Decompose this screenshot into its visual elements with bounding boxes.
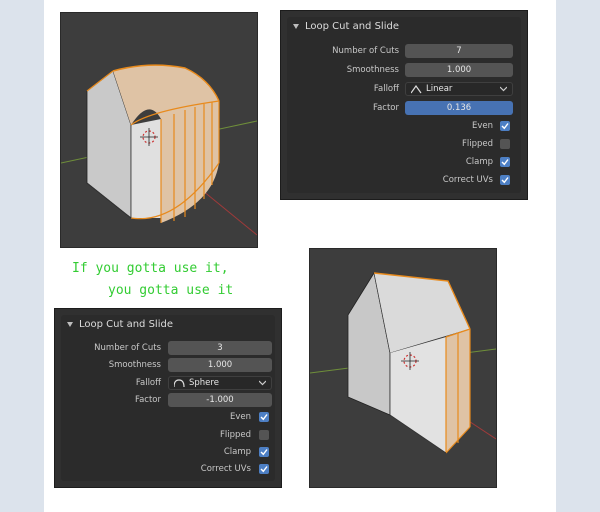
number-of-cuts-field[interactable]: 3 bbox=[168, 341, 272, 355]
collapse-triangle-icon[interactable] bbox=[293, 24, 299, 29]
falloff-label: Falloff bbox=[135, 378, 161, 388]
correct-uvs-label: Correct UVs bbox=[200, 464, 251, 474]
even-checkbox[interactable] bbox=[500, 121, 510, 131]
falloff-dropdown[interactable]: Sphere bbox=[168, 376, 272, 390]
even-checkbox[interactable] bbox=[259, 412, 269, 422]
falloff-value: Linear bbox=[426, 84, 453, 94]
smoothness-label: Smoothness bbox=[346, 65, 399, 75]
smoothness-field[interactable]: 1.000 bbox=[405, 63, 513, 77]
clamp-checkbox[interactable] bbox=[259, 447, 269, 457]
smoothness-field[interactable]: 1.000 bbox=[168, 358, 272, 372]
checkmark-icon bbox=[260, 414, 268, 421]
checkmark-icon bbox=[501, 159, 509, 166]
viewport-bottom-scene bbox=[310, 271, 496, 454]
flipped-checkbox[interactable] bbox=[500, 139, 510, 149]
viewport-top[interactable] bbox=[60, 12, 258, 248]
loop-cut-panel-top: Loop Cut and Slide Number of Cuts 7 Smoo… bbox=[280, 10, 528, 200]
caption-line-1: If you gotta use it, bbox=[72, 261, 229, 276]
number-of-cuts-label: Number of Cuts bbox=[332, 46, 399, 56]
factor-label: Factor bbox=[134, 395, 161, 405]
chevron-down-icon bbox=[500, 86, 507, 92]
chevron-down-icon bbox=[259, 380, 266, 386]
panel-header[interactable]: Loop Cut and Slide bbox=[67, 319, 173, 330]
linear-falloff-icon bbox=[411, 85, 422, 94]
panel-title: Loop Cut and Slide bbox=[79, 319, 173, 330]
clamp-label: Clamp bbox=[223, 447, 251, 457]
mesh-front-face bbox=[131, 119, 161, 218]
correct-uvs-checkbox[interactable] bbox=[500, 175, 510, 185]
smoothness-label: Smoothness bbox=[108, 360, 161, 370]
panel-title: Loop Cut and Slide bbox=[305, 21, 399, 32]
sphere-falloff-icon bbox=[174, 379, 185, 388]
falloff-label: Falloff bbox=[373, 84, 399, 94]
even-label: Even bbox=[229, 412, 251, 422]
flipped-label: Flipped bbox=[461, 139, 493, 149]
loop-cut-panel-bottom: Loop Cut and Slide Number of Cuts 3 Smoo… bbox=[54, 308, 282, 488]
factor-field[interactable]: -1.000 bbox=[168, 393, 272, 407]
checkmark-icon bbox=[501, 123, 509, 130]
clamp-label: Clamp bbox=[465, 157, 493, 167]
correct-uvs-label: Correct UVs bbox=[442, 175, 493, 185]
collapse-triangle-icon[interactable] bbox=[67, 322, 73, 327]
flipped-label: Flipped bbox=[219, 430, 251, 440]
falloff-dropdown[interactable]: Linear bbox=[405, 82, 513, 96]
falloff-value: Sphere bbox=[189, 378, 219, 388]
even-label: Even bbox=[471, 121, 493, 131]
flipped-checkbox[interactable] bbox=[259, 430, 269, 440]
panel-header[interactable]: Loop Cut and Slide bbox=[293, 21, 399, 32]
number-of-cuts-label: Number of Cuts bbox=[94, 343, 161, 353]
number-of-cuts-field[interactable]: 7 bbox=[405, 44, 513, 58]
checkmark-icon bbox=[501, 177, 509, 184]
caption-line-2: you gotta use it bbox=[108, 283, 234, 298]
mesh-front-face bbox=[390, 337, 446, 453]
checkmark-icon bbox=[260, 449, 268, 456]
viewport-bottom[interactable] bbox=[309, 248, 497, 488]
viewport-top-scene bbox=[61, 64, 257, 236]
factor-label: Factor bbox=[372, 103, 399, 113]
factor-field[interactable]: 0.136 bbox=[405, 101, 513, 115]
page: Loop Cut and Slide Number of Cuts 7 Smoo… bbox=[44, 0, 556, 512]
correct-uvs-checkbox[interactable] bbox=[259, 464, 269, 474]
checkmark-icon bbox=[260, 466, 268, 473]
clamp-checkbox[interactable] bbox=[500, 157, 510, 167]
